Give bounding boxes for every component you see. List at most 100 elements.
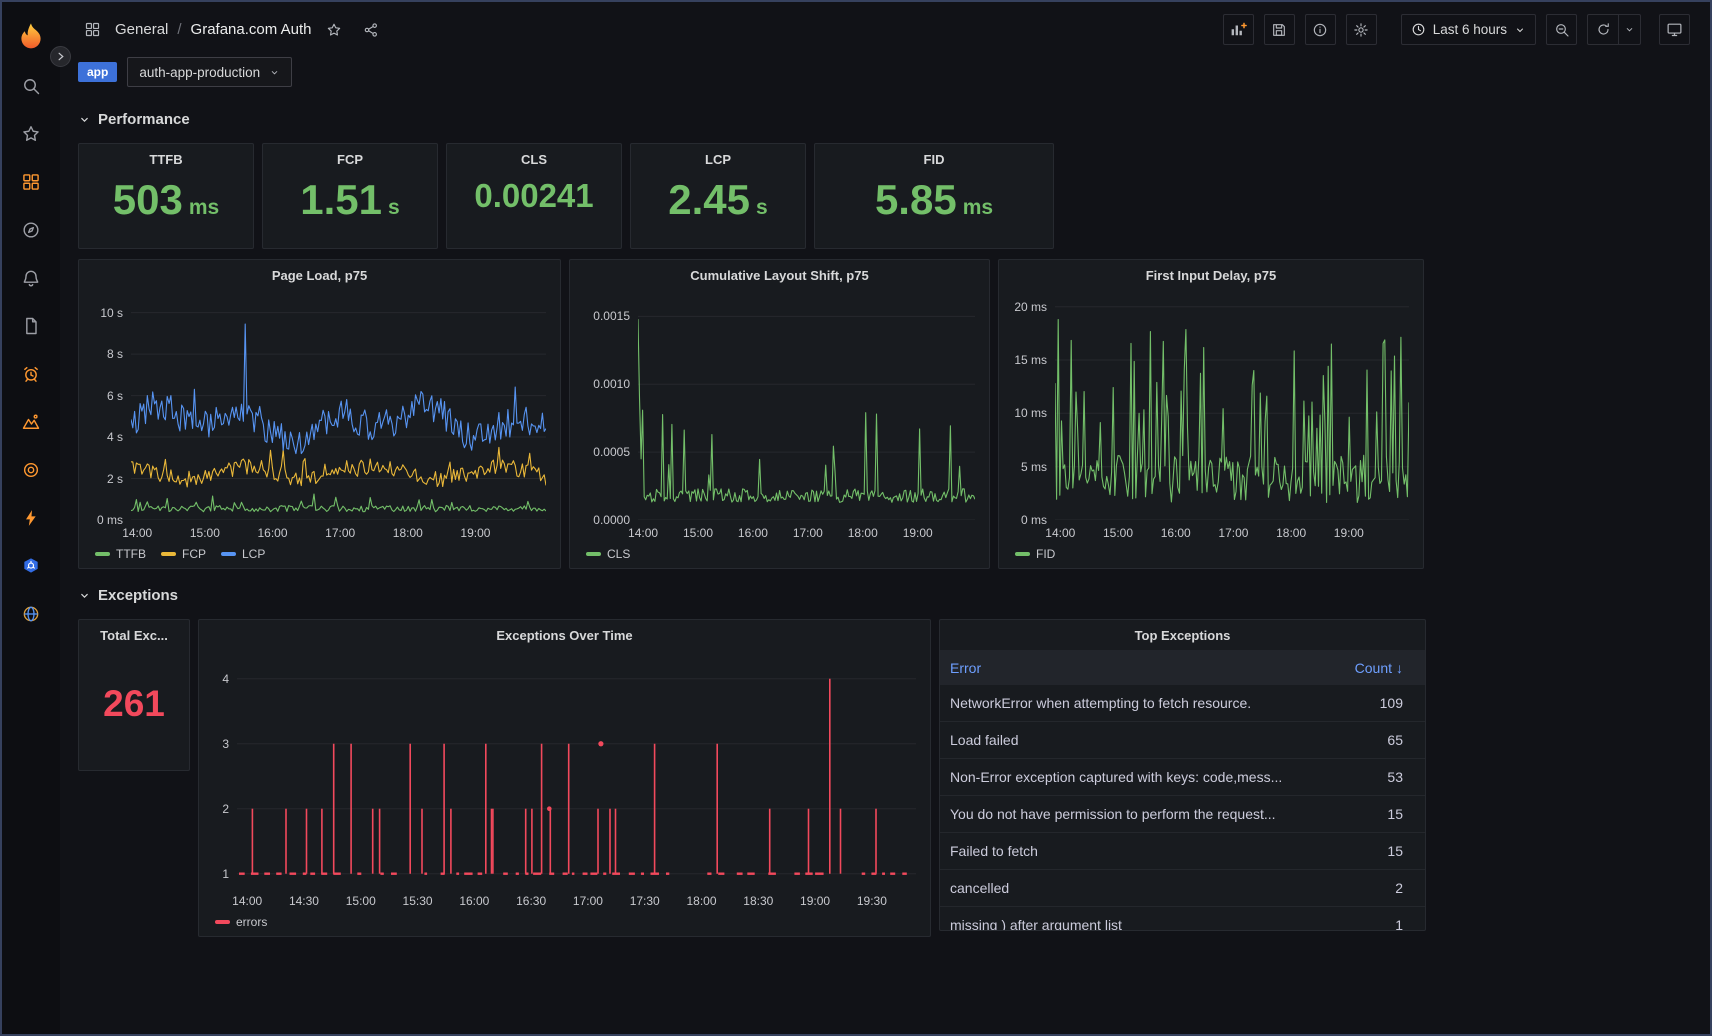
sidebar-item-explore[interactable] (8, 206, 54, 254)
star-icon (21, 124, 41, 144)
panel-title[interactable]: FCP (263, 144, 437, 174)
count-cell: 109 (1380, 695, 1403, 711)
chart-legend: CLS (586, 547, 630, 561)
grafana-logo-icon[interactable] (8, 12, 54, 62)
error-cell: Failed to fetch (950, 843, 1038, 859)
target-icon (21, 460, 41, 480)
table-row: Non-Error exception captured with keys: … (940, 759, 1425, 796)
panel-title[interactable]: LCP (631, 144, 805, 174)
kiosk-mode-button[interactable] (1659, 14, 1690, 45)
dashboard-insights-button[interactable] (1305, 14, 1336, 45)
sidebar-item-profiles[interactable] (8, 494, 54, 542)
refresh-controls (1587, 14, 1641, 45)
star-dashboard-button[interactable] (320, 16, 348, 44)
sidebar-expand-button[interactable] (50, 46, 71, 67)
legend-item-cls[interactable]: CLS (586, 547, 630, 561)
x-axis-label: 19:00 (1334, 526, 1364, 540)
app-dropdown[interactable]: auth-app-production (127, 57, 292, 87)
sidebar-item-starred[interactable] (8, 110, 54, 158)
panel-first-input-delay: First Input Delay, p75 0 ms5 ms10 ms15 m… (998, 259, 1424, 569)
chart-canvas (1055, 296, 1409, 520)
error-cell: Load failed (950, 732, 1019, 748)
column-header-count[interactable]: Count ↓ (1355, 660, 1403, 676)
breadcrumb-separator: / (177, 21, 181, 38)
panel-title[interactable]: FID (815, 144, 1053, 174)
sidebar-item-oncall[interactable] (8, 350, 54, 398)
save-dashboard-button[interactable] (1264, 14, 1295, 45)
x-axis-label: 15:30 (403, 894, 433, 908)
chart-legend: FID (1015, 547, 1055, 561)
add-panel-button[interactable] (1223, 14, 1254, 45)
stat-panel-fid: FID5.85ms (814, 143, 1054, 249)
plot-area[interactable]: 0 ms5 ms10 ms15 ms20 ms14:0015:0016:0017… (1055, 296, 1409, 520)
y-axis-label: 4 (222, 672, 229, 686)
panel-title[interactable]: Top Exceptions (940, 620, 1425, 650)
sidebar-item-machine-learning[interactable] (8, 398, 54, 446)
section-exceptions[interactable]: Exceptions (78, 579, 178, 611)
y-axis-label: 2 (222, 802, 229, 816)
x-axis-label: 14:00 (628, 526, 658, 540)
breadcrumb-section[interactable]: General (115, 21, 168, 38)
document-icon (21, 316, 41, 336)
refresh-button[interactable] (1587, 14, 1618, 45)
legend-item-ttfb[interactable]: TTFB (95, 547, 146, 561)
x-axis-label: 17:30 (630, 894, 660, 908)
y-axis-label: 6 s (107, 389, 123, 403)
sidebar-item-kubernetes[interactable] (8, 542, 54, 590)
panel-title[interactable]: Exceptions Over Time (199, 620, 930, 650)
section-performance[interactable]: Performance (78, 103, 190, 135)
sidebar-item-incident[interactable] (8, 446, 54, 494)
zoom-out-button[interactable] (1546, 14, 1577, 45)
sidebar-item-web-monitoring[interactable] (8, 590, 54, 638)
refresh-interval-dropdown[interactable] (1618, 14, 1641, 45)
panel-title[interactable]: CLS (447, 144, 621, 174)
share-dashboard-button[interactable] (357, 16, 385, 44)
stat-value: 1.51s (263, 174, 437, 221)
count-cell: 15 (1387, 806, 1403, 822)
app-dropdown-value: auth-app-production (139, 65, 260, 80)
legend-item-fid[interactable]: FID (1015, 547, 1055, 561)
table-row: Load failed 65 (940, 722, 1425, 759)
table-row: missing ) after argument list1 (940, 907, 1425, 930)
legend-item-errors[interactable]: errors (215, 915, 267, 929)
legend-swatch (95, 552, 110, 556)
chevron-down-icon (78, 589, 91, 602)
dashboard-settings-button[interactable] (1346, 14, 1377, 45)
table-row: Failed to fetch 15 (940, 833, 1425, 870)
time-range-picker[interactable]: Last 6 hours (1401, 14, 1536, 45)
sidebar-item-dashboards[interactable] (8, 158, 54, 206)
sidebar-item-alerting[interactable] (8, 254, 54, 302)
panel-title[interactable]: Cumulative Layout Shift, p75 (570, 260, 989, 290)
chart-canvas (131, 296, 546, 520)
legend-swatch (586, 552, 601, 556)
panel-title[interactable]: Page Load, p75 (79, 260, 560, 290)
stat-value: 503ms (79, 174, 253, 221)
add-panel-icon (1229, 21, 1247, 39)
plot-area[interactable]: 0 ms2 s4 s6 s8 s10 s14:0015:0016:0017:00… (131, 296, 546, 520)
chart-legend: errors (215, 915, 267, 929)
plot-area[interactable]: 0.00000.00050.00100.001514:0015:0016:001… (638, 296, 975, 520)
legend-item-fcp[interactable]: FCP (161, 547, 206, 561)
info-circle-icon (1312, 22, 1328, 38)
x-axis-label: 14:30 (289, 894, 319, 908)
x-axis-label: 15:00 (683, 526, 713, 540)
tag-badge[interactable]: app (78, 62, 117, 82)
error-cell: NetworkError when attempting to fetch re… (950, 695, 1251, 711)
stats-row: TTFB503msFCP1.51sCLS0.00241LCP2.45sFID5.… (78, 143, 1434, 249)
legend-item-lcp[interactable]: LCP (221, 547, 265, 561)
panel-title[interactable]: First Input Delay, p75 (999, 260, 1423, 290)
column-header-error[interactable]: Error (950, 660, 981, 676)
stat-panel-lcp: LCP2.45s (630, 143, 806, 249)
panel-title[interactable]: Total Exc... (79, 620, 189, 650)
y-axis-label: 0.0000 (593, 513, 630, 527)
x-axis-label: 18:00 (1276, 526, 1306, 540)
sidebar (2, 2, 60, 1034)
monitor-icon (1666, 21, 1683, 38)
sidebar-item-search[interactable] (8, 62, 54, 110)
sidebar-item-documents[interactable] (8, 302, 54, 350)
panel-title[interactable]: TTFB (79, 144, 253, 174)
count-cell: 15 (1387, 843, 1403, 859)
count-cell: 65 (1387, 732, 1403, 748)
plot-area[interactable]: 123414:0014:3015:0015:3016:0016:3017:001… (237, 656, 916, 888)
x-axis-label: 19:00 (460, 526, 490, 540)
